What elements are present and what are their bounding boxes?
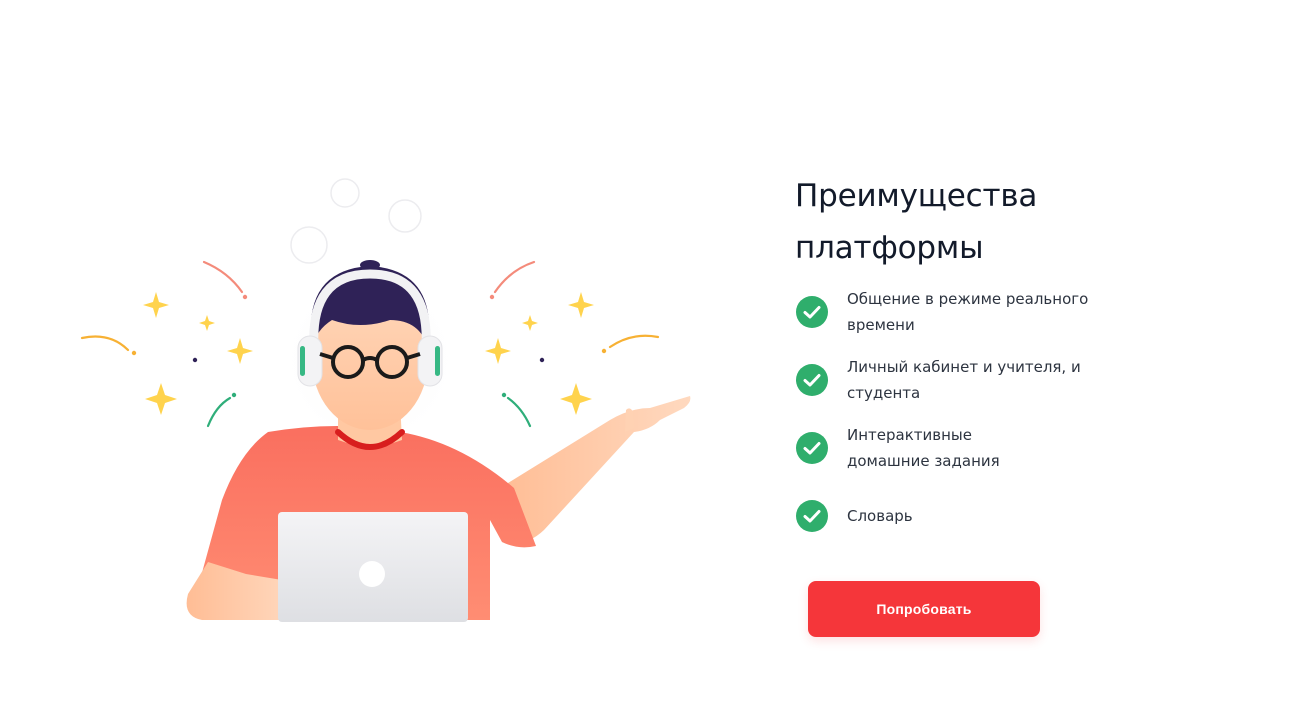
- benefit-text: Общение в режиме реального времени: [847, 290, 1089, 334]
- student-illustration: [80, 178, 691, 622]
- apple-logo-icon: [359, 561, 385, 587]
- benefits-section: Преимущества платформы Общение в режиме …: [795, 170, 1195, 542]
- check-circle-icon: [796, 500, 828, 532]
- check-circle-icon: [796, 432, 828, 464]
- sparkles-right: [485, 260, 660, 428]
- benefits-list: Общение в режиме реального времени Личны…: [795, 286, 1195, 542]
- check-circle-icon: [796, 296, 828, 328]
- benefit-text: Интерактивные домашние задания: [847, 426, 1000, 470]
- try-button[interactable]: Попробовать: [808, 581, 1040, 637]
- page: Преимущества платформы Общение в режиме …: [0, 0, 1312, 711]
- benefit-item: Общение в режиме реального времени: [795, 286, 1195, 338]
- benefit-text: Личный кабинет и учителя, и студента: [847, 358, 1081, 402]
- benefit-item: Словарь: [795, 490, 1195, 542]
- sparkles-left: [80, 260, 253, 428]
- benefit-item: Личный кабинет и учителя, и студента: [795, 354, 1195, 406]
- benefits-title: Преимущества платформы: [795, 178, 1038, 266]
- raised-arm: [500, 396, 691, 544]
- bubbles: [290, 178, 422, 264]
- check-circle-icon: [796, 364, 828, 396]
- benefit-item: Интерактивные домашние задания: [795, 422, 1195, 474]
- benefit-text: Словарь: [847, 507, 913, 525]
- laptop: [278, 512, 468, 622]
